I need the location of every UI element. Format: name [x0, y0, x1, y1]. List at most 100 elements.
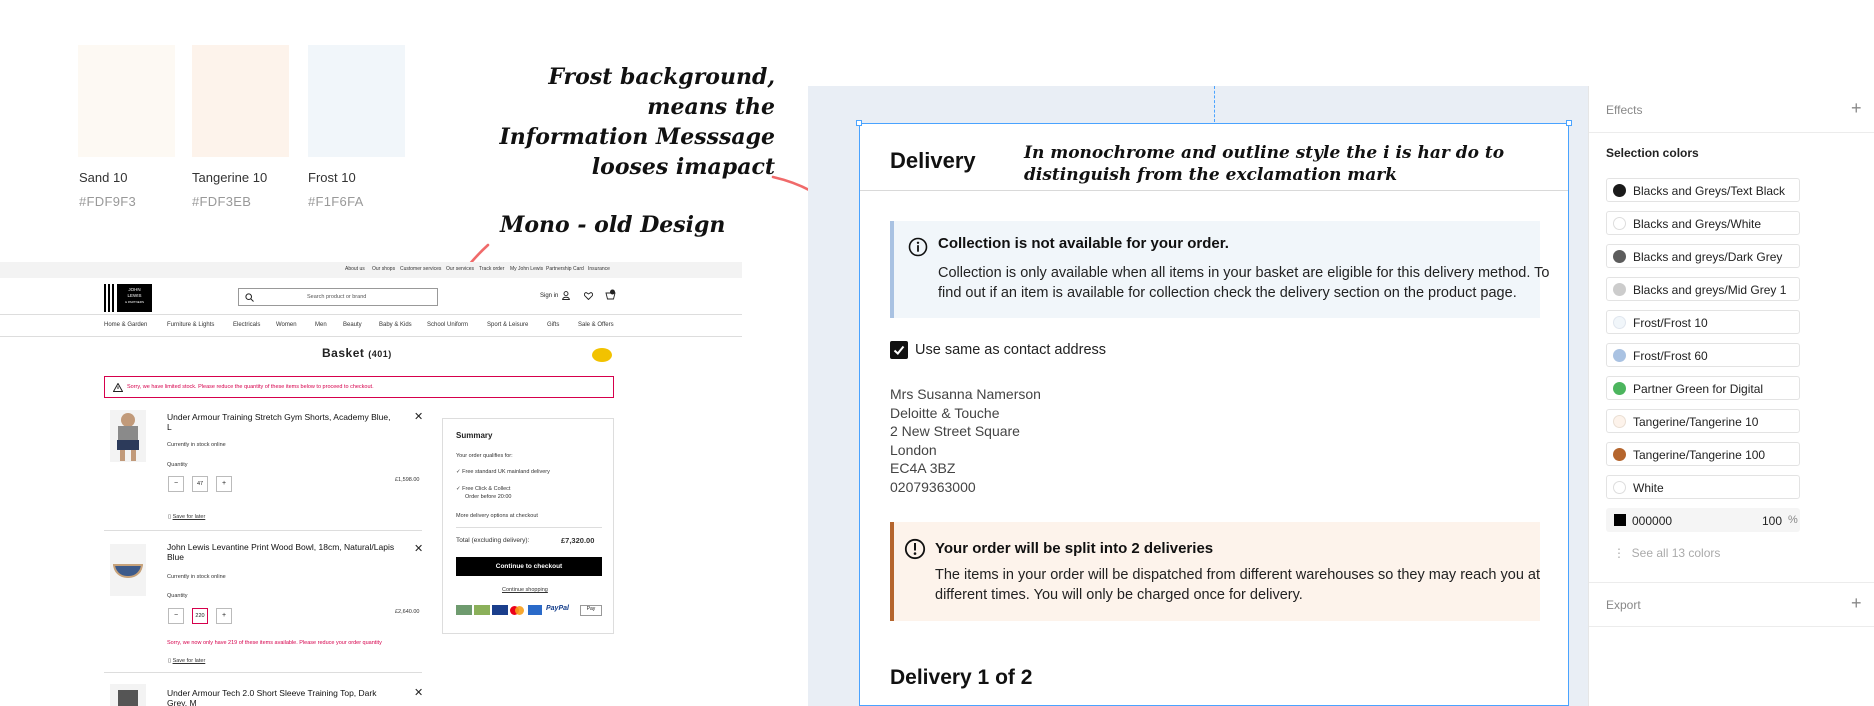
util-link[interactable]: Customer services — [400, 266, 441, 272]
nav-item[interactable]: Electricals — [233, 322, 260, 328]
see-all-colors-link[interactable]: ⋮ See all 13 colors — [1613, 546, 1720, 560]
color-chip-mid-grey[interactable]: Blacks and greys/Mid Grey 1 — [1606, 277, 1800, 301]
nav-item[interactable]: Gifts — [547, 322, 559, 328]
bookmark-icon: ▯ — [168, 514, 172, 520]
continue-to-checkout-button[interactable]: Continue to checkout — [456, 557, 602, 576]
wishlist-heart-icon[interactable] — [584, 292, 593, 300]
add-export-plus-icon[interactable]: + — [1851, 593, 1862, 614]
bookmark-icon: ▯ — [168, 658, 172, 664]
basket-icon[interactable] — [605, 289, 616, 300]
color-chip-label: Tangerine/Tangerine 100 — [1633, 448, 1766, 462]
john-lewis-logo[interactable]: JOHN LEWIS & PARTNERS — [104, 284, 152, 312]
nav-item[interactable]: Baby & Kids — [379, 322, 412, 328]
color-chip-frost-60[interactable]: Frost/Frost 60 — [1606, 343, 1800, 367]
resize-handle[interactable] — [856, 120, 862, 126]
continue-shopping-link[interactable]: Continue shopping — [502, 587, 548, 593]
product-title[interactable]: Under Armour Training Stretch Gym Shorts… — [167, 412, 397, 432]
more-delivery-options: More delivery options at checkout — [456, 513, 538, 519]
address-block: Mrs Susanna Namerson Deloitte & Touche 2… — [890, 385, 1041, 496]
nav-item[interactable]: Sale & Offers — [578, 322, 614, 328]
same-address-checkbox[interactable] — [890, 341, 908, 359]
nav-item[interactable]: Home & Garden — [104, 322, 147, 328]
remove-item-close-icon[interactable]: ✕ — [414, 542, 423, 555]
see-all-label: See all 13 colors — [1631, 546, 1721, 560]
nav-item[interactable]: Furniture & Lights — [167, 322, 214, 328]
add-effect-plus-icon[interactable]: + — [1851, 98, 1862, 119]
color-chip-label: Frost/Frost 60 — [1633, 349, 1708, 363]
quantity-increase-button[interactable]: + — [216, 608, 232, 624]
color-chip-dark-grey[interactable]: Blacks and greys/Dark Grey — [1606, 244, 1800, 268]
stock-warning-text: Sorry, we have limited stock. Please red… — [127, 384, 374, 390]
product-image[interactable] — [110, 544, 146, 596]
util-link[interactable]: Our shops — [372, 266, 395, 272]
product-image[interactable] — [110, 410, 146, 462]
address-line: 2 New Street Square — [890, 423, 1020, 439]
color-chip-text-black[interactable]: Blacks and Greys/Text Black — [1606, 178, 1800, 202]
color-chip-label: White — [1633, 481, 1664, 495]
percent-sign: % — [1788, 514, 1798, 526]
save-for-later-link[interactable]: ▯ Save for later — [168, 514, 205, 520]
split-delivery-body-line: The items in your order will be dispatch… — [935, 567, 1540, 583]
delivery-title: Delivery — [890, 148, 976, 173]
nav-item[interactable]: School Uniform — [427, 322, 468, 328]
delivery-frame[interactable]: Delivery In monochrome and outline style… — [859, 123, 1569, 706]
quantity-label: Quantity — [167, 593, 188, 599]
split-delivery-message: Your order will be split into 2 deliveri… — [890, 522, 1540, 621]
remove-item-close-icon[interactable]: ✕ — [414, 686, 423, 699]
checkbox-label[interactable]: Use same as contact address — [915, 342, 1106, 358]
color-chip-plain-white[interactable]: White — [1606, 475, 1800, 499]
util-link[interactable]: About us — [345, 266, 365, 272]
util-link[interactable]: Partnership Card — [546, 266, 584, 272]
color-chip-white[interactable]: Blacks and Greys/White — [1606, 211, 1800, 235]
product-title[interactable]: Under Armour Tech 2.0 Short Sleeve Train… — [167, 688, 397, 706]
sign-in-link[interactable]: Sign in — [540, 293, 558, 299]
util-link[interactable]: Track order — [479, 266, 504, 272]
annotation-line: distinguish from the exclamation mark — [1024, 165, 1398, 185]
quantity-decrease-button[interactable]: − — [168, 476, 184, 492]
item-divider — [104, 672, 422, 673]
hex-color-field[interactable]: 000000 100 % — [1606, 508, 1800, 532]
panel-divider — [1589, 132, 1874, 133]
item-divider — [104, 530, 422, 531]
color-chip-partner-green[interactable]: Partner Green for Digital — [1606, 376, 1800, 400]
product-title[interactable]: John Lewis Levantine Print Wood Bowl, 18… — [167, 542, 397, 562]
nav-item[interactable]: Sport & Leisure — [487, 322, 528, 328]
save-for-later-link[interactable]: ▯ Save for later — [168, 658, 205, 664]
address-line: EC4A 3BZ — [890, 460, 956, 476]
color-dot — [1613, 250, 1626, 263]
util-link[interactable]: Insurance — [588, 266, 610, 272]
product-image[interactable] — [110, 684, 146, 706]
export-section-title: Export — [1606, 598, 1641, 612]
util-link[interactable]: Our services — [446, 266, 474, 272]
checkmark-icon — [893, 345, 905, 355]
color-dot — [1613, 316, 1626, 329]
hex-value[interactable]: 000000 — [1632, 514, 1672, 528]
util-link[interactable]: My John Lewis — [510, 266, 543, 272]
more-vertical-icon: ⋮ — [1613, 546, 1632, 560]
effects-section-title: Effects — [1606, 103, 1643, 117]
nav-item[interactable]: Men — [315, 322, 327, 328]
color-chip-label: Tangerine/Tangerine 10 — [1633, 415, 1759, 429]
color-chip-frost-10[interactable]: Frost/Frost 10 — [1606, 310, 1800, 334]
color-chip-tangerine-100[interactable]: Tangerine/Tangerine 100 — [1606, 442, 1800, 466]
color-dot — [1613, 481, 1626, 494]
color-chip-tangerine-10[interactable]: Tangerine/Tangerine 10 — [1606, 409, 1800, 433]
remove-item-close-icon[interactable]: ✕ — [414, 410, 423, 423]
nav-item[interactable]: Women — [276, 322, 297, 328]
quantity-decrease-button[interactable]: − — [168, 608, 184, 624]
quantity-input[interactable]: 220 — [192, 608, 208, 624]
search-input[interactable]: Search product or brand — [238, 288, 438, 306]
color-chip-label: Blacks and Greys/White — [1633, 217, 1762, 231]
quantity-input[interactable]: 47 — [192, 476, 208, 492]
resize-handle[interactable] — [1566, 120, 1572, 126]
user-icon[interactable] — [562, 291, 570, 300]
selection-colors-title: Selection colors — [1606, 146, 1699, 160]
quantity-increase-button[interactable]: + — [216, 476, 232, 492]
opacity-value[interactable]: 100 — [1762, 514, 1782, 528]
nav-item[interactable]: Beauty — [343, 322, 362, 328]
old-design-screenshot: About us Our shops Customer services Our… — [0, 262, 742, 706]
delivery-option-label: Free Click & Collect — [462, 486, 511, 492]
canvas-guide-line — [1214, 86, 1215, 122]
color-dot — [1613, 382, 1626, 395]
color-dot — [1613, 217, 1626, 230]
